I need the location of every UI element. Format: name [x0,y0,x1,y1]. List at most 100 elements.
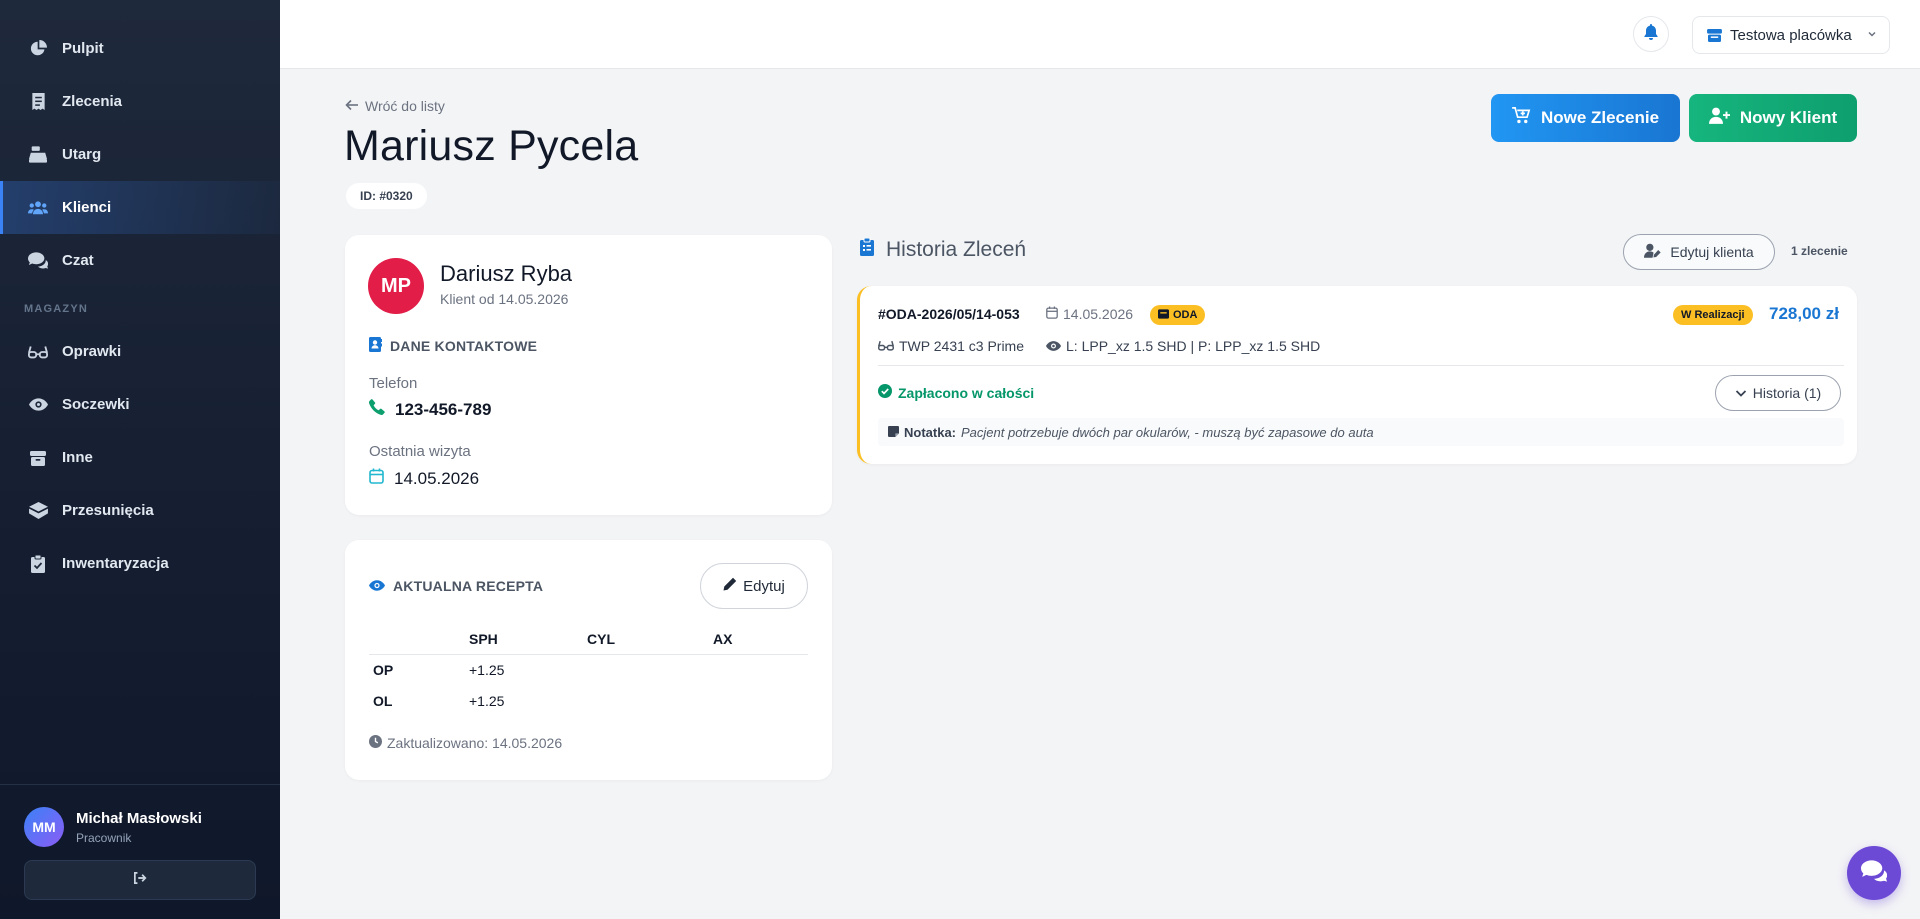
client-name: Dariusz Ryba [440,261,573,286]
topbar: Testowa placówka [280,0,1920,69]
prescription-col-cyl: CYL [587,630,713,655]
client-avatar: MP [368,258,424,314]
sidebar-item-pulpit[interactable]: Pulpit [0,22,280,75]
users-icon [28,198,48,218]
prescription-updated-text: Zaktualizowano: 14.05.2026 [387,735,563,751]
bell-icon [1644,23,1658,45]
comments-icon [1861,859,1888,887]
prescription-col-eye [369,630,469,655]
order-frame-text: TWP 2431 c3 Prime [899,338,1025,354]
order-note-label: Notatka: [904,424,957,440]
order-history-toggle-label: Historia (1) [1752,385,1822,401]
prescription-col-ax: AX [713,630,808,655]
chat-button[interactable] [1847,846,1901,900]
calendar-icon [369,468,394,489]
table-row: OL +1.25 [369,685,808,716]
edit-prescription-label: Edytuj [743,577,785,595]
sidebar-item-label: Czat [62,252,94,269]
last-visit-label: Ostatnia wizyta [369,443,471,460]
clock-icon [369,735,387,751]
sidebar-item-label: Klienci [62,199,112,216]
order-lenses-text: L: LPP_xz 1.5 SHD | P: LPP_xz 1.5 SHD [1066,338,1321,354]
new-client-button[interactable]: Nowy Klient [1689,94,1857,142]
receipt-icon [28,92,48,112]
cash-register-icon [28,145,48,165]
order-card[interactable]: #ODA-2026/05/14-053 14.05.2026 ODA W Rea… [857,286,1857,464]
sidebar-item-label: Inwentaryzacja [62,555,169,572]
contact-section-header: DANE KONTAKTOWE [369,337,537,355]
back-link[interactable]: Wróć do listy [345,98,445,114]
sidebar-nav: Pulpit Zlecenia Utarg Klienci Czat MAGAZ… [0,0,280,590]
prescription-eye: OL [373,692,393,709]
address-book-icon [369,337,390,355]
prescription-section-header: AKTUALNA RECEPTA [369,578,543,594]
phone-number: 123-456-789 [395,399,492,419]
sidebar-item-label: Oprawki [62,343,122,360]
phone-value: 123-456-789 [368,399,492,420]
box-icon [28,448,48,468]
prescription-eye: OP [373,661,394,678]
glasses-icon [878,338,899,354]
prescription-col-sph: SPH [469,630,587,655]
user-edit-icon [1644,243,1670,261]
avatar: MM [24,807,64,847]
edit-prescription-button[interactable]: Edytuj [700,563,808,609]
edit-client-button[interactable]: Edytuj klienta [1623,234,1775,270]
glasses-icon [28,342,48,362]
sidebar-item-inwentaryzacja[interactable]: Inwentaryzacja [0,537,280,590]
edit-client-label: Edytuj klienta [1670,244,1754,260]
sticky-note-icon [888,425,904,440]
arrow-left-icon [345,98,365,114]
sidebar-item-inne[interactable]: Inne [0,431,280,484]
new-order-button[interactable]: Nowe Zlecenie [1491,94,1680,142]
sidebar-item-utarg[interactable]: Utarg [0,128,280,181]
user-plus-icon [1708,107,1740,129]
clipboard-check-icon [28,554,48,574]
order-date-text: 14.05.2026 [1063,306,1134,322]
order-history-title: Historia Zleceń [886,238,1027,261]
logout-icon [133,871,147,889]
order-history-toggle[interactable]: Historia (1) [1715,375,1841,411]
payment-status: Zapłacono w całości [878,384,1034,401]
sidebar-item-czat[interactable]: Czat [0,234,280,287]
contact-section-title: DANE KONTAKTOWE [390,338,538,354]
clipboard-list-icon [860,237,886,262]
prescription-updated: Zaktualizowano: 14.05.2026 [369,735,562,751]
sidebar-section-label: MAGAZYN [24,303,89,315]
chart-pie-icon [28,39,48,59]
sidebar-item-soczewki[interactable]: Soczewki [0,378,280,431]
new-order-label: Nowe Zlecenie [1540,108,1660,127]
prescription-sph: +1.25 [469,661,505,678]
new-client-label: Nowy Klient [1739,108,1838,127]
prescription-header-row: SPH CYL AX [369,630,808,655]
payment-status-text: Zapłacono w całości [898,384,1035,401]
client-since: Klient od 14.05.2026 [440,291,569,307]
sidebar-footer: MM Michał Masłowski Pracownik [0,784,280,919]
order-date: 14.05.2026 [1046,306,1133,322]
order-amount: 728,00 zł [1769,304,1839,323]
order-note-text: Pacjent potrzebuje dwóch par okularów, -… [961,424,1374,440]
sidebar-item-oprawki[interactable]: Oprawki [0,325,280,378]
order-number: #ODA-2026/05/14-053 [878,306,1020,322]
last-visit-value: 14.05.2026 [369,468,479,489]
last-visit-date: 14.05.2026 [394,468,480,488]
table-row: OP +1.25 [369,654,808,685]
order-note: Notatka: Pacjent potrzebuje dwóch par ok… [878,418,1844,446]
user-name: Michał Masłowski [76,809,202,827]
sidebar-item-label: Soczewki [62,396,130,413]
order-type-badge: ODA [1150,305,1206,325]
notifications-button[interactable] [1633,16,1669,52]
back-link-label: Wróć do listy [365,98,445,114]
register-icon [1158,308,1173,322]
branch-selector[interactable]: Testowa placówka [1692,16,1890,54]
page-title: Mariusz Pycela [344,122,639,170]
prescription-cyl [587,685,713,716]
order-count: 1 zlecenie [1791,244,1848,258]
sidebar-item-label: Utarg [62,146,102,163]
logout-button[interactable] [24,860,256,900]
sidebar-item-klienci[interactable]: Klienci [0,181,280,234]
sidebar-item-przesuniecia[interactable]: Przesunięcia [0,484,280,537]
prescription-cyl [587,654,713,685]
order-type-label: ODA [1173,309,1198,321]
sidebar-item-zlecenia[interactable]: Zlecenia [0,75,280,128]
